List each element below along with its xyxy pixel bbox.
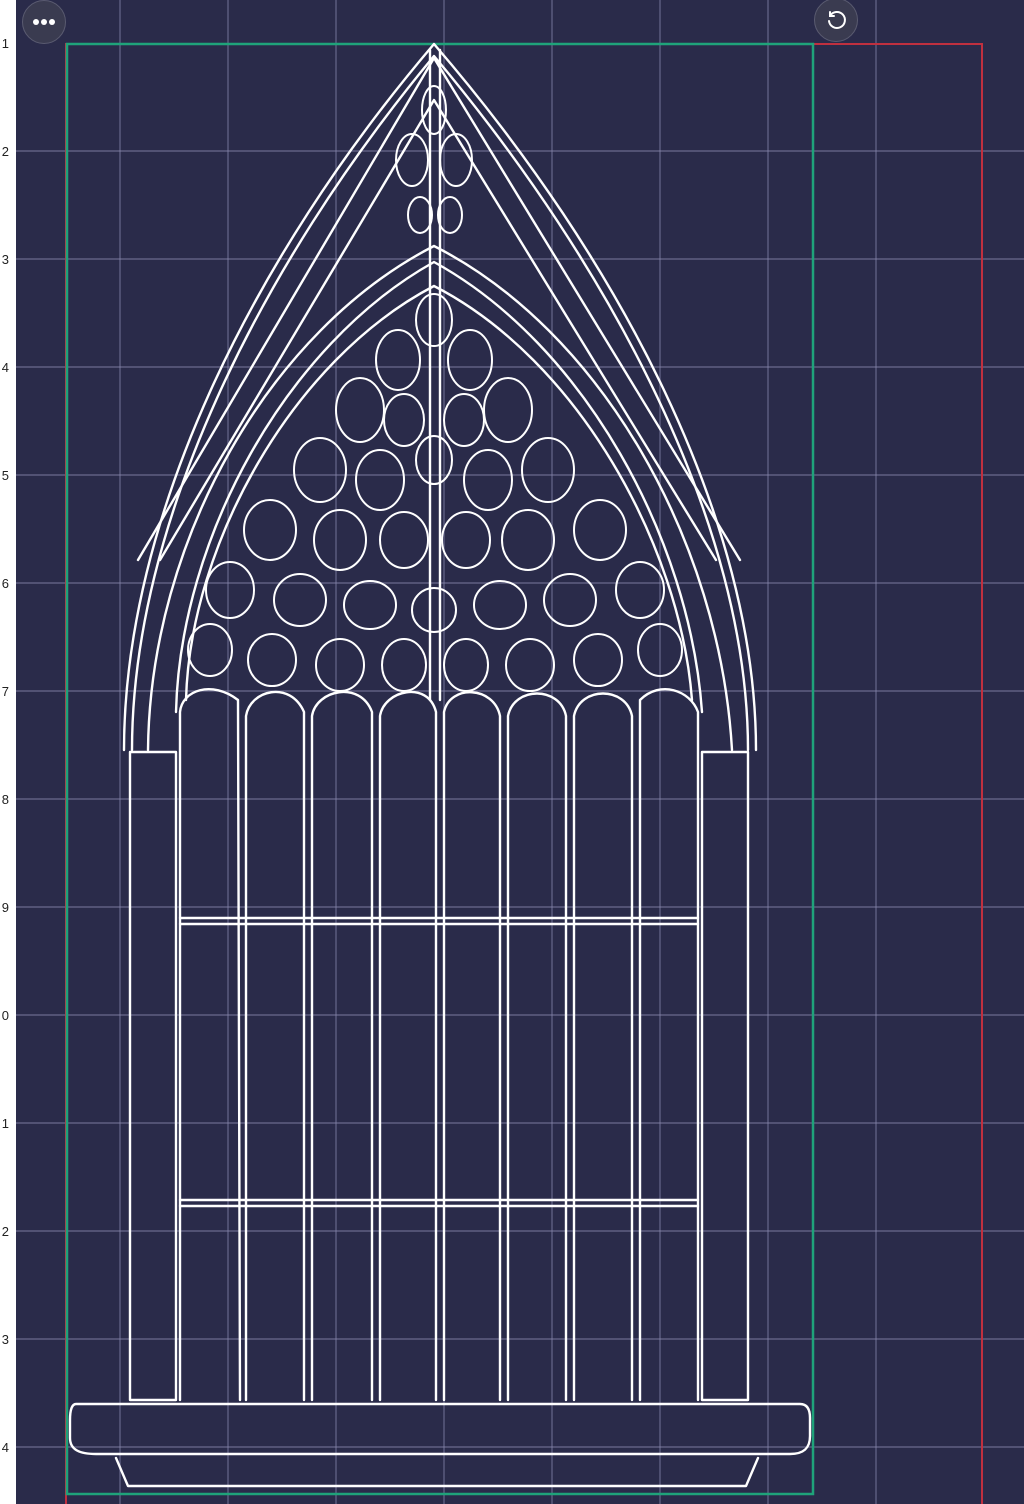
ruler-label: 1: [1, 36, 9, 51]
ruler-label: 3: [1, 252, 9, 267]
more-options-button[interactable]: [22, 0, 66, 44]
material-boundary: [65, 43, 983, 1504]
ruler-label: 3: [1, 1332, 9, 1347]
design-canvas[interactable]: [0, 0, 1024, 1504]
ruler-label: 1: [1, 1116, 9, 1131]
vertical-ruler: 1 2 3 4 5 6 7 8 9 0 1 2 3 4: [0, 0, 16, 1504]
ruler-label: 5: [1, 468, 9, 483]
gothic-window-artwork[interactable]: [68, 42, 812, 1488]
ruler-label: 4: [1, 1440, 9, 1455]
ruler-label: 9: [1, 900, 9, 915]
rotate-reset-icon: [828, 11, 846, 29]
more-horizontal-icon: [33, 19, 55, 25]
ruler-label: 2: [1, 1224, 9, 1239]
ruler-label: 6: [1, 576, 9, 591]
ruler-label: 0: [1, 1008, 9, 1023]
ruler-label: 4: [1, 360, 9, 375]
reset-rotation-button[interactable]: [814, 0, 858, 42]
ruler-label: 8: [1, 792, 9, 807]
ruler-label: 7: [1, 684, 9, 699]
ruler-label: 2: [1, 144, 9, 159]
